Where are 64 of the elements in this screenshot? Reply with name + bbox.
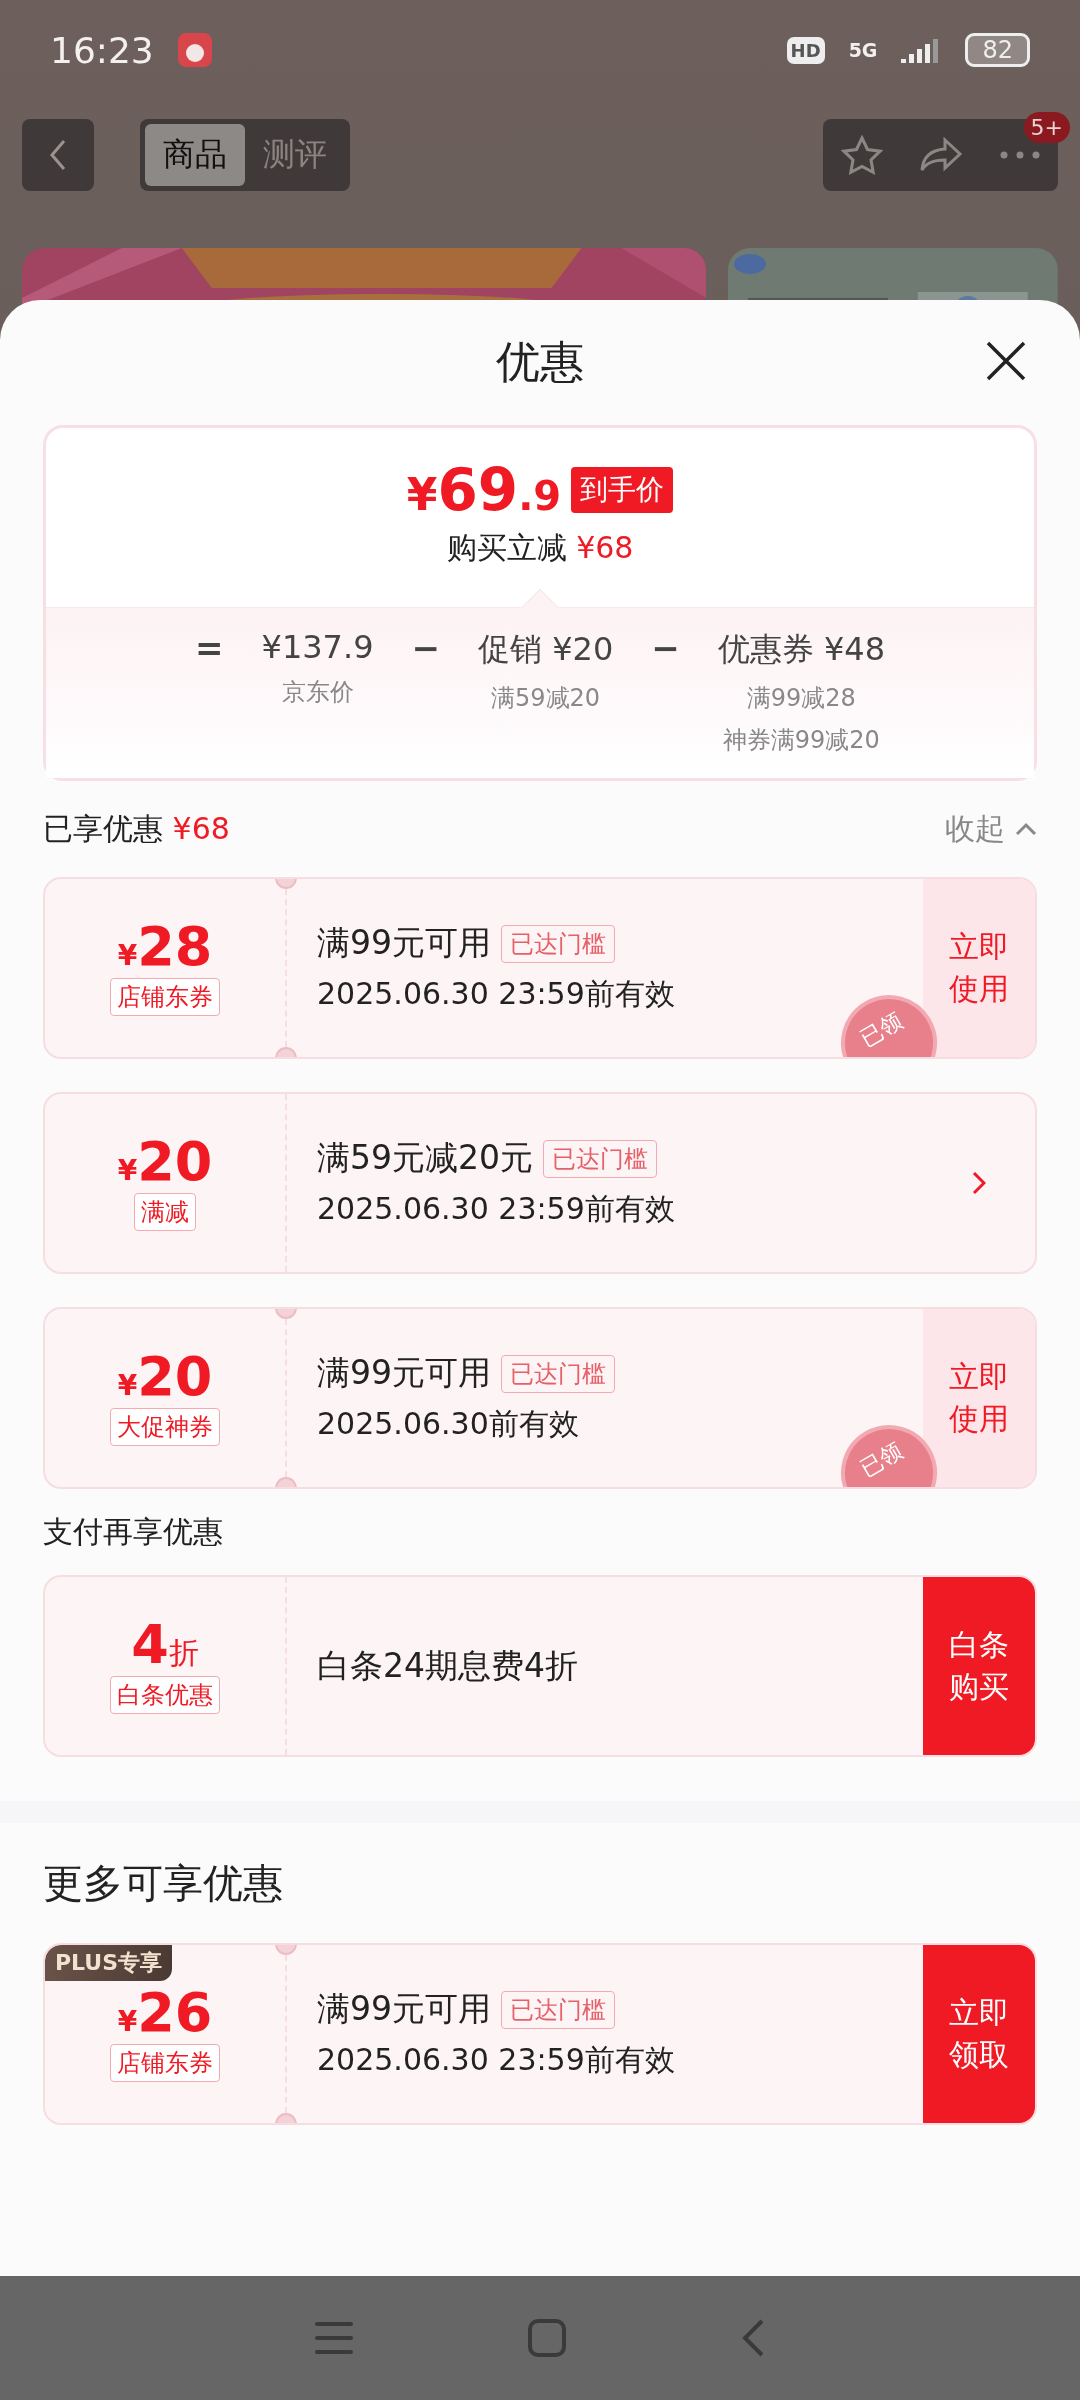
operator: − <box>411 628 440 670</box>
plus-ribbon: PLUS专享 <box>45 1945 173 1981</box>
coupon-action-button[interactable]: 立即使用 <box>923 1309 1035 1487</box>
coupon-validity: 2025.06.30 23:59前有效 <box>317 975 676 1013</box>
threshold-tag: 已达门槛 <box>543 1139 657 1178</box>
coupon-amount: ¥26 <box>117 1986 213 2040</box>
network-type: 5G <box>848 39 878 61</box>
coupon-amount: ¥20 <box>117 1350 213 1404</box>
sheet-title: 优惠 <box>496 335 584 389</box>
back-button[interactable] <box>22 119 94 191</box>
saving-text: 购买立减 ¥68 <box>446 529 634 567</box>
coupon-validity: 2025.06.30前有效 <box>317 1405 580 1443</box>
coupon-validity: 2025.06.30 23:59前有效 <box>317 2041 676 2079</box>
coupon-validity: 2025.06.30 23:59前有效 <box>317 1190 676 1228</box>
coupon-action-button[interactable]: 立即领取 <box>923 1945 1035 2123</box>
collapse-toggle[interactable]: 收起 <box>945 808 1037 850</box>
hd-badge: HD <box>786 36 825 64</box>
back-icon[interactable] <box>741 2318 765 2358</box>
tab[interactable]: 商品 <box>145 124 245 186</box>
coupon-action-button[interactable]: 立即使用 <box>923 879 1035 1057</box>
coupon-type-tag: 满减 <box>134 1193 196 1231</box>
coupon-condition: 满99元可用 <box>317 1352 491 1394</box>
more-icon[interactable] <box>999 151 1040 159</box>
coupon-condition: 满99元可用 <box>317 1988 491 2030</box>
coupon-type-tag: 大促神券 <box>110 1408 220 1446</box>
close-icon[interactable] <box>985 340 1027 382</box>
section-title: 支付再享优惠 <box>43 1512 223 1551</box>
threshold-tag: 已达门槛 <box>501 924 615 963</box>
clock: 16:23 <box>50 29 154 71</box>
menu-icon[interactable] <box>315 2321 353 2355</box>
section-title: 更多可享优惠 <box>43 1858 283 1908</box>
term-note: 神券满99减20 <box>722 725 880 756</box>
final-price: ¥69.9 <box>406 456 562 524</box>
term-note: 京东价 <box>281 677 354 708</box>
operator: = <box>195 628 224 670</box>
app-icon <box>177 33 212 67</box>
price-term: ¥137.9 <box>261 628 374 666</box>
coupon-condition: 满99元可用 <box>317 922 491 964</box>
section-title: 已享优惠 ¥68 <box>43 809 230 848</box>
home-icon[interactable] <box>528 2319 566 2357</box>
coupon-condition: 满59元减20元 <box>317 1137 533 1179</box>
tab[interactable]: 测评 <box>245 124 345 186</box>
coupon-amount: ¥20 <box>117 1135 213 1189</box>
back-icon <box>49 139 67 171</box>
operator: − <box>651 628 680 670</box>
threshold-tag: 已达门槛 <box>501 1990 615 2029</box>
threshold-tag: 已达门槛 <box>501 1354 615 1393</box>
chevron-right-icon[interactable] <box>972 1171 986 1195</box>
price-term: 促销 ¥20 <box>478 629 614 670</box>
coupon-action-button[interactable]: 白条购买 <box>923 1577 1035 1755</box>
price-term: 优惠券 ¥48 <box>717 629 885 670</box>
share-icon[interactable] <box>919 137 964 173</box>
battery-level: 82 <box>965 33 1030 67</box>
notification-badge: 5+ <box>1023 112 1070 143</box>
coupon-type-tag: 白条优惠 <box>110 1676 220 1714</box>
coupon-amount: 4折 <box>131 1618 199 1672</box>
coupon-type-tag: 店铺东券 <box>110 978 220 1016</box>
coupon-condition: 白条24期息费4折 <box>317 1644 578 1687</box>
coupon-type-tag: 店铺东券 <box>110 2044 220 2082</box>
coupon-amount: ¥28 <box>117 920 213 974</box>
final-price-tag: 到手价 <box>571 467 674 513</box>
term-note: 满99减28 <box>746 683 856 714</box>
term-note: 满59减20 <box>491 683 601 714</box>
star-icon[interactable] <box>841 135 884 175</box>
